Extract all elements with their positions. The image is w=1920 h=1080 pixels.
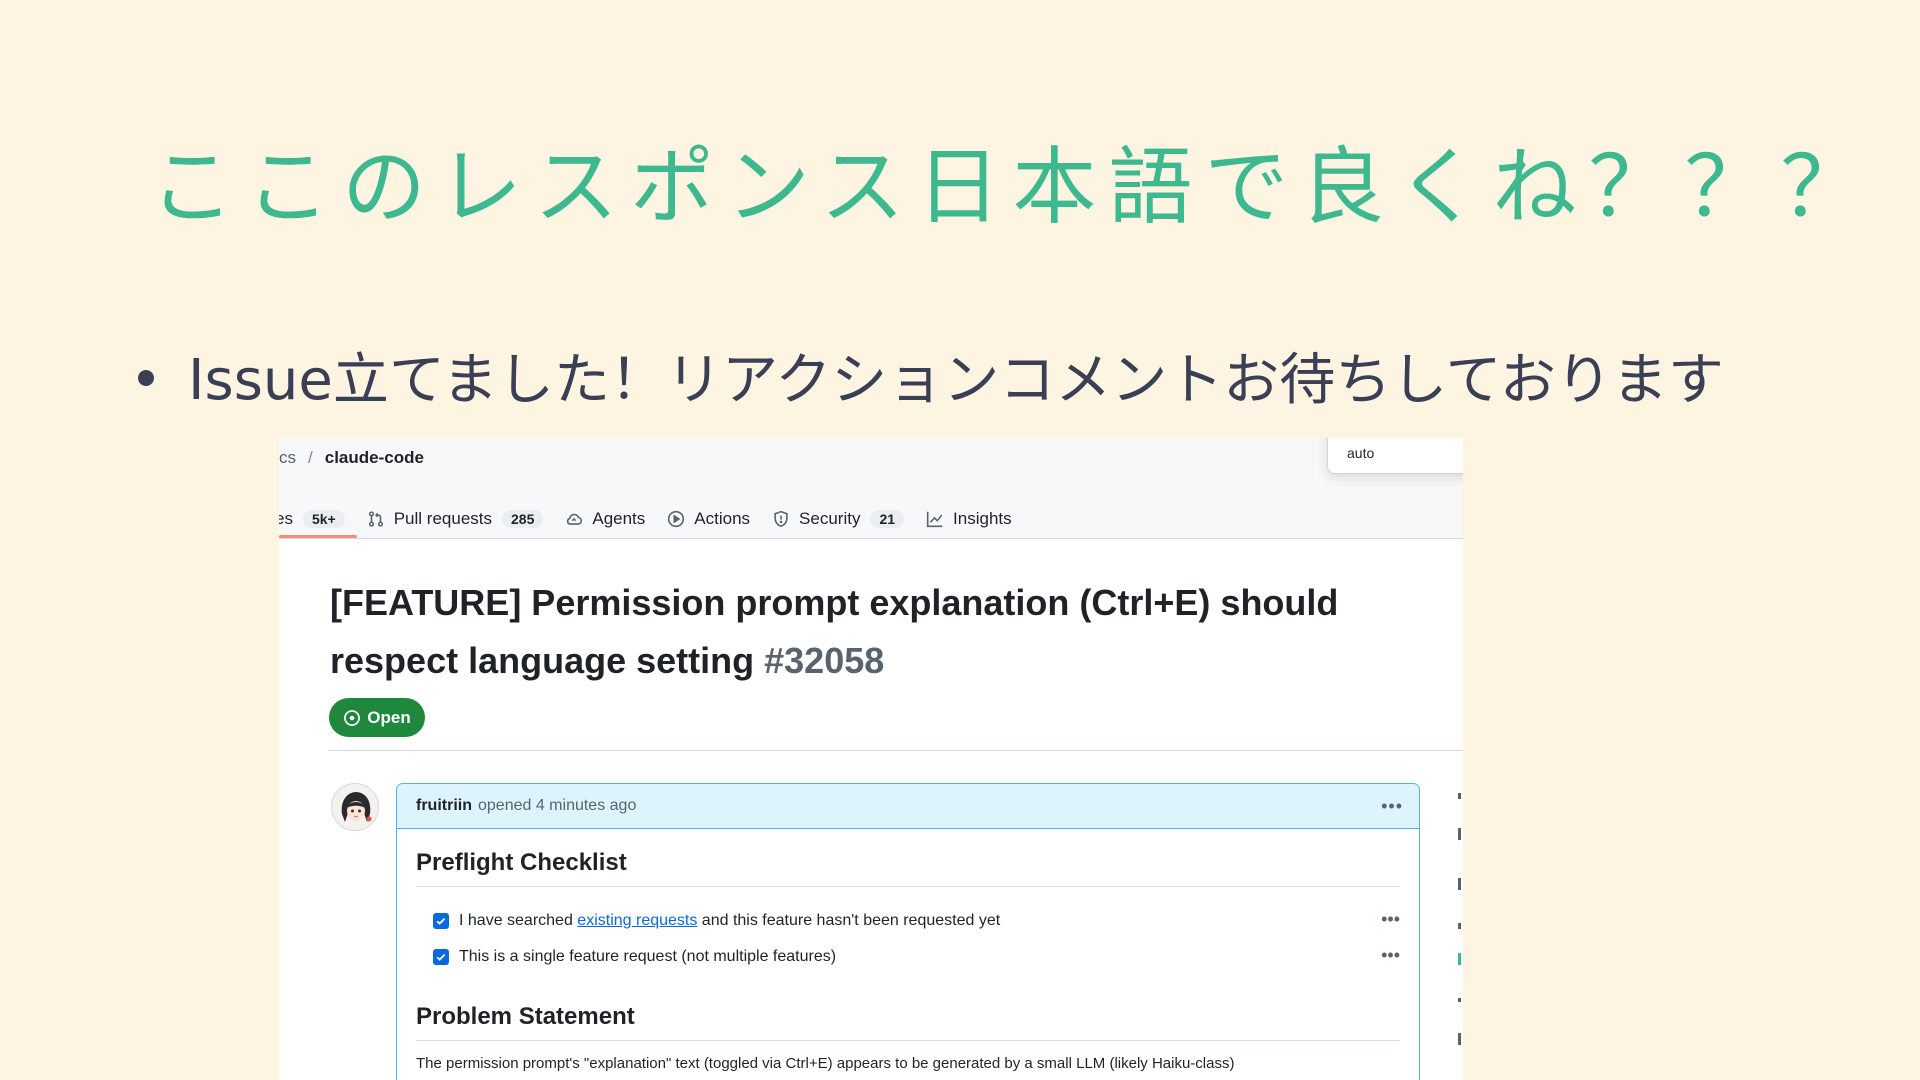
issue-number: #32058 (764, 640, 885, 681)
task-item: This is a single feature request (not mu… (416, 939, 1400, 975)
task-text-prefix: I have searched (459, 912, 578, 929)
tab-issues[interactable]: es 5k+ (279, 500, 345, 538)
tab-label: Pull requests (393, 509, 492, 528)
repo-header: cs / claude-code auto es 5k+ Pull requests… (279, 438, 1463, 539)
task-text: I have searched existing requests and th… (459, 912, 1000, 930)
bullet-dot (138, 369, 154, 386)
tab-counter: 285 (502, 510, 544, 528)
repo-tabs: es 5k+ Pull requests 285 Agents Actions … (279, 500, 1034, 538)
check-icon (436, 953, 446, 961)
tab-security[interactable]: Security 21 (772, 500, 905, 538)
issue-state-label: Open (367, 707, 411, 727)
avatar-image (332, 784, 378, 830)
existing-requests-link[interactable]: existing requests (577, 912, 697, 929)
comment-author[interactable]: fruitriin (416, 797, 472, 815)
tab-label: Insights (953, 509, 1012, 528)
heading-problem-statement: Problem Statement (416, 975, 1400, 1041)
play-icon (667, 510, 685, 528)
tab-pull-requests[interactable]: Pull requests 285 (367, 500, 544, 538)
breadcrumb-repo[interactable]: claude-code (325, 448, 424, 467)
issue-open-icon (344, 709, 361, 726)
tab-actions[interactable]: Actions (667, 500, 750, 538)
avatar[interactable] (331, 783, 379, 831)
tab-label: Actions (694, 509, 751, 528)
bullet-text: Issue立てました！リアクションコメントお待ちしております (188, 348, 1724, 413)
task-item: I have searched existing requests and th… (416, 903, 1400, 939)
selected-tab-indicator (279, 535, 357, 538)
github-issue-screenshot: cs / claude-code auto es 5k+ Pull requests… (279, 438, 1463, 1080)
issue-title: [FEATURE] Permission prompt explanation … (330, 574, 1440, 690)
task-options-icon[interactable]: ••• (1381, 945, 1400, 966)
task-options-icon[interactable]: ••• (1381, 909, 1400, 930)
tab-counter: 21 (870, 510, 905, 528)
tab-label: Security (799, 509, 861, 528)
comment-options-icon[interactable]: ••• (1381, 796, 1403, 817)
task-checkbox[interactable] (433, 913, 449, 929)
comment-meta[interactable]: opened 4 minutes ago (478, 797, 636, 815)
task-text: This is a single feature request (not mu… (459, 948, 837, 965)
tab-agents[interactable]: Agents (565, 500, 645, 538)
graph-icon (926, 510, 944, 528)
dropdown-popup[interactable]: auto (1327, 438, 1463, 474)
check-icon (436, 917, 446, 925)
shield-icon (772, 510, 790, 528)
comment-body: Preflight Checklist I have searched exis… (397, 829, 1419, 1072)
breadcrumb: cs / claude-code (279, 448, 424, 468)
tab-counter: 5k+ (302, 510, 345, 528)
slide: ここのレスポンス日本語で良くね？？？ Issue立てました！リアクションコメント… (0, 0, 1920, 1080)
sidebar-edge (1458, 783, 1463, 1080)
task-checkbox[interactable] (433, 949, 449, 965)
pull-request-icon (367, 510, 385, 528)
tab-label: Agents (592, 509, 646, 528)
popup-value[interactable]: auto (1347, 445, 1374, 461)
header-divider (329, 750, 1463, 751)
issue-comment: fruitriin opened 4 minutes ago ••• Prefl… (396, 783, 1420, 1080)
heading-preflight: Preflight Checklist (416, 829, 1400, 887)
breadcrumb-owner[interactable]: cs (279, 448, 296, 467)
comment-header: fruitriin opened 4 minutes ago ••• (397, 784, 1419, 829)
agents-icon (565, 510, 583, 528)
breadcrumb-separator: / (308, 448, 313, 467)
tab-insights[interactable]: Insights (926, 500, 1012, 538)
task-text-suffix: and this feature hasn't been requested y… (697, 912, 1001, 929)
slide-title: ここのレスポンス日本語で良くね？？？ (150, 138, 1877, 236)
tab-label: es (279, 509, 293, 528)
bullet-item: Issue立てました！リアクションコメントお待ちしております (138, 335, 1724, 416)
issue-state-badge: Open (329, 698, 425, 737)
problem-paragraph: The permission prompt's "explanation" te… (416, 1055, 1235, 1072)
